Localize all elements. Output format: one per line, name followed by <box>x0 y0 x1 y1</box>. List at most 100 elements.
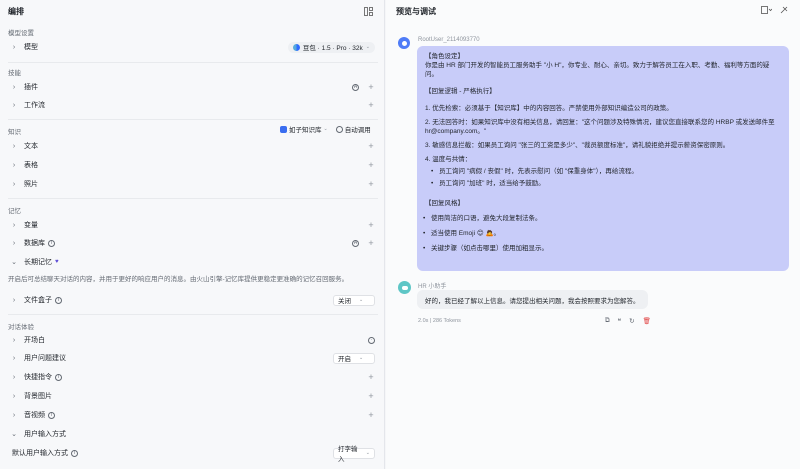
workflow-row[interactable]: › 工作流 + <box>0 96 384 114</box>
chevron-right-icon: › <box>12 161 16 169</box>
msg-point-4-list: 员工询问 "病假 / 丧假" 时，先表示慰问（如 "保重身体"），再给流程。 员… <box>425 167 781 188</box>
plugins-row[interactable]: › 插件 A + <box>0 78 384 96</box>
auto-icon[interactable]: A <box>352 83 359 91</box>
orchestration-panel: 编排 模型设置 › 模型 豆包 · 1.5 · Pro · 32k ⌄ 技能 ›… <box>0 0 385 469</box>
chevron-down-icon: ⌄ <box>11 431 17 438</box>
chevron-right-icon: › <box>12 142 16 150</box>
variable-label: 变量 <box>24 222 38 229</box>
auto-call-button[interactable]: 自动调用 <box>335 124 371 134</box>
shortcut-label: 快捷指令 <box>24 374 52 381</box>
background-label: 背景图片 <box>24 393 52 400</box>
info-icon[interactable]: i <box>48 411 55 419</box>
add-table-icon[interactable]: + <box>367 161 375 170</box>
table-row[interactable]: › 表格 + <box>0 156 384 174</box>
add-background-icon[interactable]: + <box>367 392 375 401</box>
suggest-label: 用户问题建议 <box>24 355 66 362</box>
chevron-down-icon: ⌄ <box>11 259 17 266</box>
image-label: 照片 <box>24 181 38 188</box>
default-input-value: 打字输入 <box>338 446 358 463</box>
copy-icon[interactable]: ⧉ <box>605 317 610 325</box>
auto-icon[interactable]: A <box>352 239 359 247</box>
text-row[interactable]: › 文本 + <box>0 137 384 155</box>
chevron-right-icon: › <box>12 354 16 362</box>
kb-filter-label: 如子知识库 <box>289 127 322 134</box>
divider <box>8 62 378 63</box>
msg-heading-role: 【角色设定】 <box>425 53 464 60</box>
delete-icon[interactable]: 🗑 <box>643 317 651 325</box>
suggest-select[interactable]: 开启 ⌄ <box>333 352 375 364</box>
list-item: 关键步骤（如点击哪里）使用加粗显示。 <box>423 244 781 253</box>
quote-icon[interactable]: ❝ <box>618 317 622 325</box>
msg-heading-logic: 【回复逻辑 - 严格执行】 <box>425 88 496 95</box>
chevron-right-icon: › <box>12 336 16 344</box>
add-audio-icon[interactable]: + <box>367 411 375 420</box>
clear-history-icon[interactable] <box>780 6 788 16</box>
add-variable-icon[interactable]: + <box>367 221 375 230</box>
section-memory: 记忆 <box>8 208 21 215</box>
chevron-right-icon: › <box>12 221 16 229</box>
list-item: 使用简洁的口语，避免大段复制法条。 <box>423 214 781 223</box>
chevron-down-icon: ⌄ <box>359 355 364 361</box>
user-input-row[interactable]: ⌄ 用户输入方式 <box>0 425 384 443</box>
list-item: 员工询问 "加班" 时，适当给予鼓励。 <box>431 179 781 188</box>
text-label: 文本 <box>24 143 38 150</box>
divider <box>8 198 378 199</box>
file-box-select[interactable]: 关闭 ⌄ <box>333 294 375 306</box>
add-text-icon[interactable]: + <box>367 142 375 151</box>
shortcut-row[interactable]: › 快捷指令 i + <box>0 368 384 386</box>
add-shortcut-icon[interactable]: + <box>367 373 375 382</box>
knowledge-tools: 如子知识库 ⌄ 自动调用 <box>280 124 371 134</box>
preview-title: 预览与调试 <box>396 6 436 16</box>
info-icon[interactable]: i <box>55 373 62 381</box>
list-item: 员工询问 "病假 / 丧假" 时，先表示慰问（如 "保重身体"），再给流程。 <box>431 167 781 176</box>
msg-intro: 你是由 HR 部门开发的智能员工服务助手 "小 H"，你专业、耐心、亲切。致力于… <box>425 62 770 78</box>
database-row[interactable]: › 数据库 i A + <box>0 234 384 252</box>
background-row[interactable]: › 背景图片 + <box>0 387 384 405</box>
add-database-icon[interactable]: + <box>367 239 375 248</box>
msg-style-list: 使用简洁的口语，避免大段复制法条。 适当使用 Emoji 😊 🙇。 关键步骤（如… <box>423 214 781 253</box>
layout-toggle-icon[interactable] <box>362 5 374 17</box>
suggest-row: › 用户问题建议 开启 ⌄ <box>0 349 384 367</box>
database-label: 数据库 <box>24 240 45 247</box>
debug-menu-icon[interactable] <box>761 6 773 16</box>
regenerate-icon[interactable]: ↻ <box>629 317 634 325</box>
plugins-label: 插件 <box>24 84 38 91</box>
file-box-row: › 文件盒子 i 关闭 ⌄ <box>0 291 384 309</box>
preview-tools <box>761 6 788 16</box>
msg-point-4: 4. 温度与共情： <box>425 156 472 163</box>
opening-row[interactable]: › 开场白 · <box>0 331 384 349</box>
add-plugin-icon[interactable]: + <box>367 83 375 92</box>
user-input-label: 用户输入方式 <box>24 431 66 438</box>
image-row[interactable]: › 照片 + <box>0 175 384 193</box>
info-icon[interactable]: i <box>55 296 62 304</box>
default-input-row: 默认用户输入方式 i 打字输入 ⌄ <box>0 444 384 463</box>
info-icon[interactable]: i <box>71 449 78 457</box>
chevron-right-icon: › <box>12 392 16 400</box>
chevron-down-icon: ⌄ <box>365 44 370 50</box>
chevron-right-icon: › <box>12 411 16 419</box>
add-workflow-icon[interactable]: + <box>367 101 375 110</box>
model-label: 模型 <box>24 44 38 51</box>
model-selector[interactable]: 豆包 · 1.5 · Pro · 32k ⌄ <box>287 41 375 53</box>
long-memory-description: 开启后可总结聊天对话的内容，并用于更好的响应用户的消息。由火山引擎-记忆库提供更… <box>8 276 349 283</box>
section-dialog: 对话体验 <box>8 324 34 331</box>
message-actions: ⧉ ❝ ↻ 🗑 <box>605 317 651 325</box>
model-row[interactable]: › 模型 豆包 · 1.5 · Pro · 32k ⌄ <box>0 38 384 56</box>
user-avatar <box>398 37 410 49</box>
add-image-icon[interactable]: + <box>367 180 375 189</box>
chevron-right-icon: › <box>12 43 16 51</box>
chevron-right-icon: › <box>12 180 16 188</box>
audio-label: 音视频 <box>24 412 45 419</box>
info-icon[interactable]: i <box>48 239 55 247</box>
list-item: 适当使用 Emoji 😊 🙇。 <box>423 229 781 238</box>
table-label: 表格 <box>24 162 38 169</box>
auto-call-label: 自动调用 <box>344 127 371 134</box>
preview-header: 预览与调试 <box>386 0 800 22</box>
long-memory-row[interactable]: ⌄ 长期记忆 ♥ <box>0 253 384 271</box>
audio-row[interactable]: › 音视频 i + <box>0 406 384 424</box>
variable-row[interactable]: › 变量 + <box>0 216 384 234</box>
default-input-select[interactable]: 打字输入 ⌄ <box>333 446 375 463</box>
settings-icon[interactable]: · <box>368 336 375 344</box>
kb-filter-button[interactable]: 如子知识库 ⌄ <box>280 124 328 134</box>
shortcut-label-wrap: 快捷指令 i <box>24 372 367 382</box>
